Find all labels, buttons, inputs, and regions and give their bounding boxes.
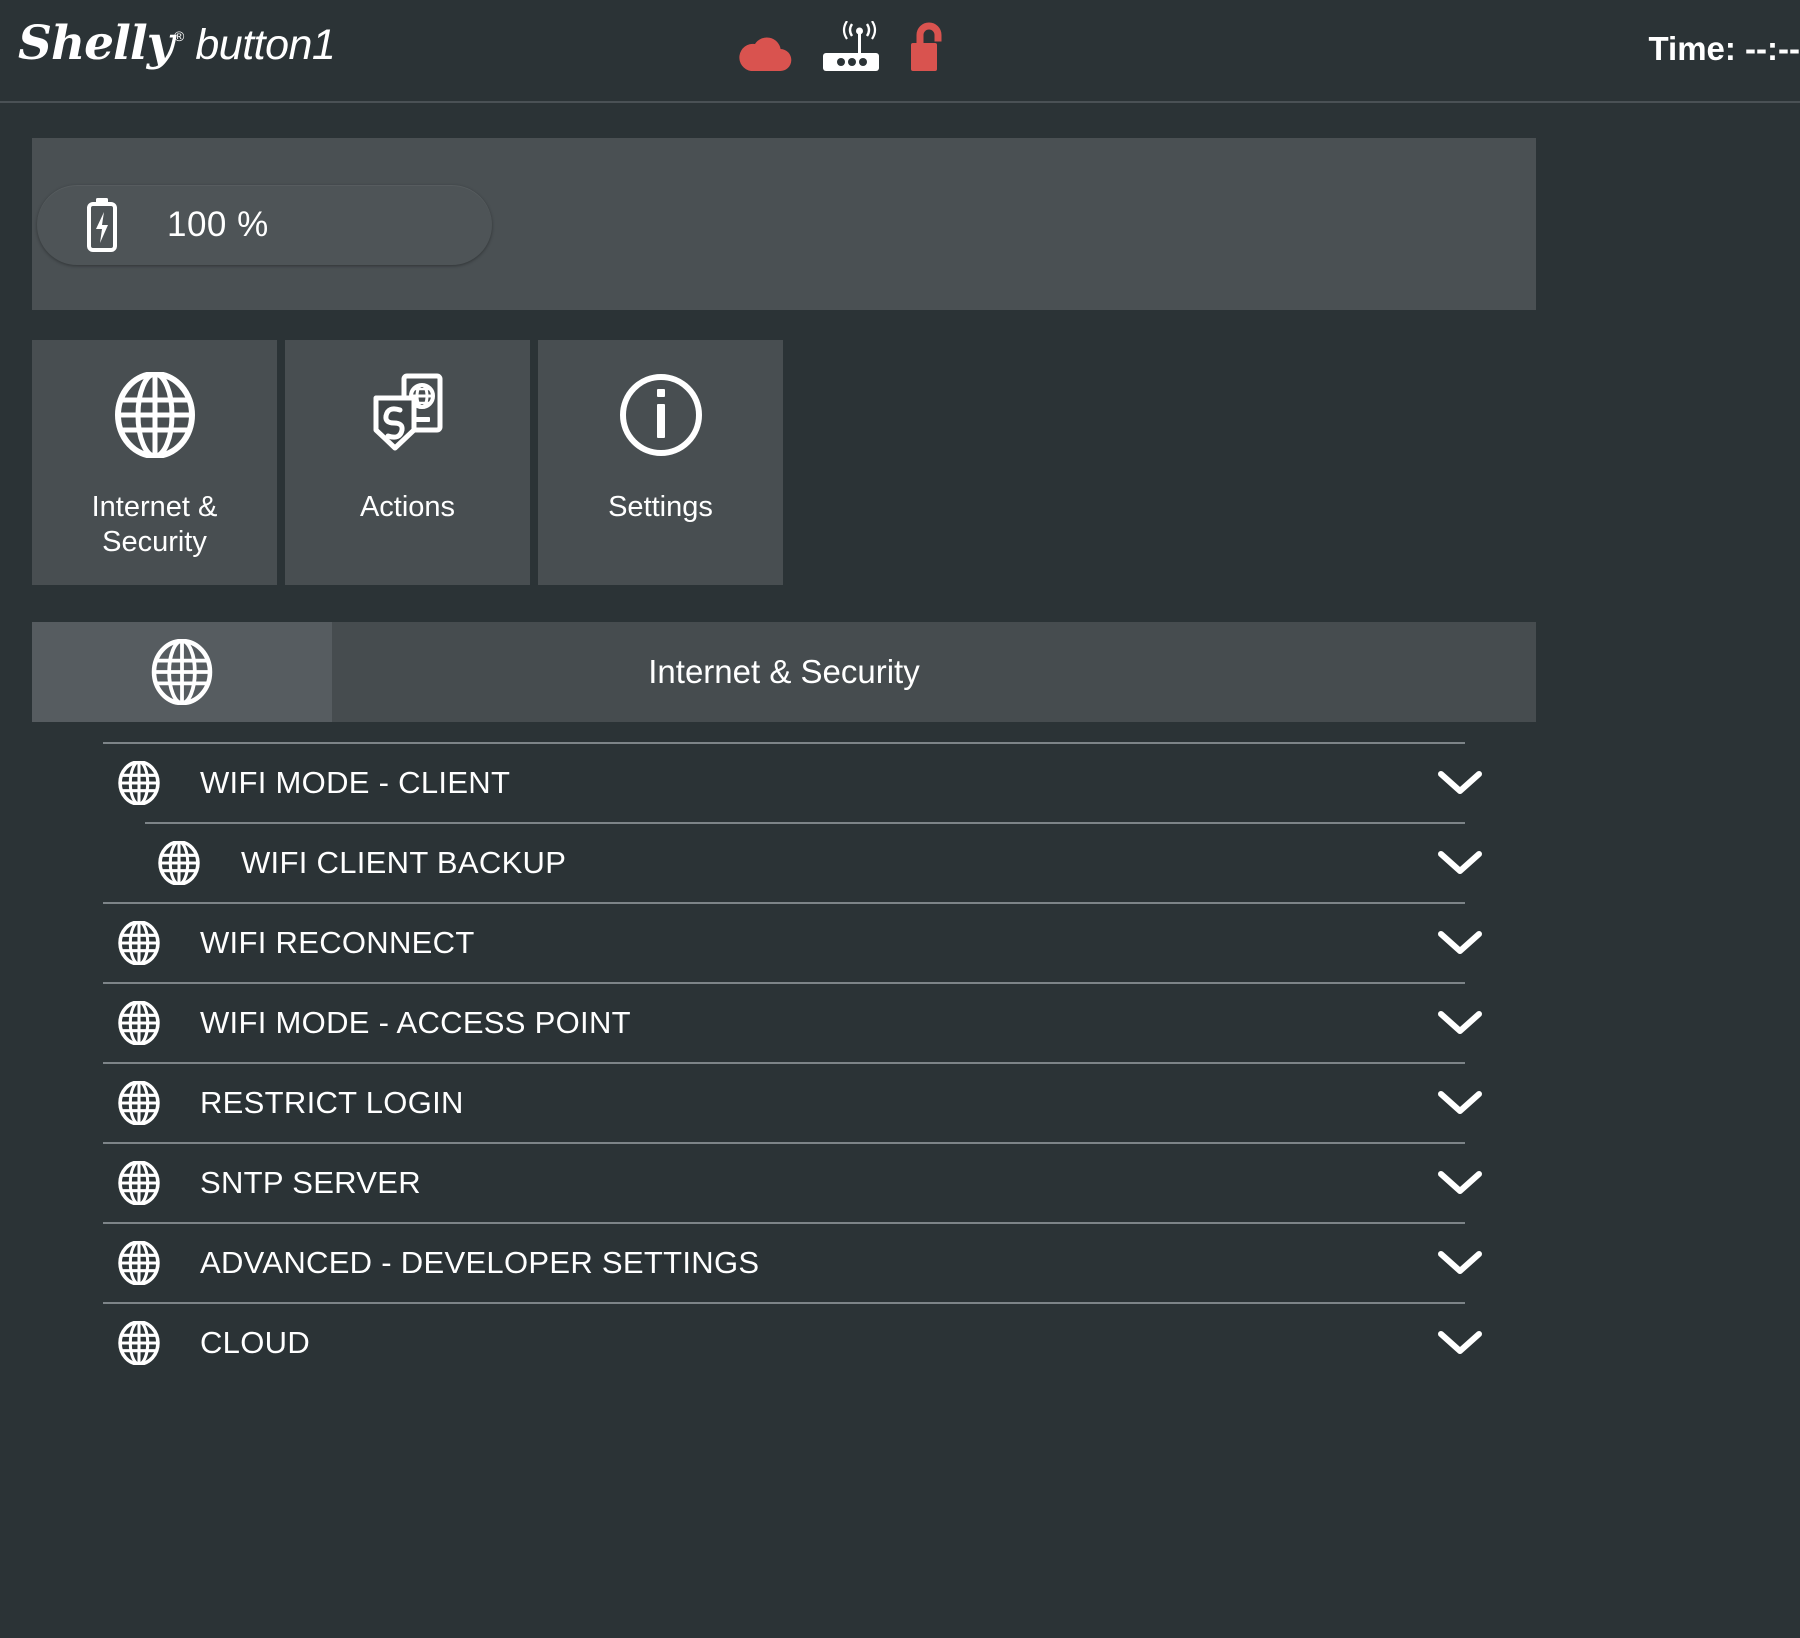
accordion-row-label: CLOUD — [200, 1325, 311, 1360]
accordion-row-label: ADVANCED - DEVELOPER SETTINGS — [200, 1245, 760, 1280]
chevron-down-icon[interactable] — [1437, 1089, 1483, 1117]
section-title: Internet & Security — [648, 653, 920, 690]
chevron-down-icon[interactable] — [1437, 849, 1483, 877]
actions-shield-phone-icon — [366, 340, 450, 490]
chevron-down-icon[interactable] — [1437, 929, 1483, 957]
info-circle-icon — [618, 340, 704, 490]
globe-icon — [103, 1161, 175, 1205]
nav-tile-label-line1: Internet & — [91, 491, 218, 523]
accordion-row-label: RESTRICT LOGIN — [200, 1085, 464, 1120]
chevron-down-icon[interactable] — [1437, 1009, 1483, 1037]
nav-tile-label: Internet & Security — [84, 490, 226, 560]
time-display: Time: --:-- — [1648, 30, 1800, 67]
cloud-icon[interactable] — [735, 31, 793, 78]
nav-tile-internet-security[interactable]: Internet & Security — [32, 340, 277, 585]
wifi-router-icon[interactable] — [821, 20, 881, 78]
accordion-row[interactable]: RESTRICT LOGIN — [103, 1062, 1482, 1142]
nav-tile-settings[interactable]: Settings — [538, 340, 783, 585]
device-model-name: button1 — [195, 21, 336, 69]
settings-accordion-list: WIFI MODE - CLIENT WIFI CLIENT BACKUP WI… — [0, 742, 1800, 1382]
globe-icon — [103, 1001, 175, 1045]
brand-name: Shelly — [18, 16, 174, 71]
accordion-row[interactable]: WIFI CLIENT BACKUP — [145, 822, 1482, 902]
accordion-row-label: WIFI RECONNECT — [200, 925, 475, 960]
section-header: Internet & Security — [32, 622, 1536, 722]
chevron-down-icon[interactable] — [1437, 1329, 1483, 1357]
header-status-icons — [735, 20, 949, 78]
nav-tiles: Internet & Security Actions Settings — [32, 340, 783, 585]
nav-tile-label: Actions — [352, 490, 463, 525]
accordion-row[interactable]: SNTP SERVER — [103, 1142, 1482, 1222]
unlocked-padlock-icon[interactable] — [909, 21, 949, 78]
globe-icon — [103, 761, 175, 805]
battery-charging-icon — [37, 198, 167, 252]
chevron-down-icon[interactable] — [1437, 769, 1483, 797]
globe-icon — [103, 1321, 175, 1365]
accordion-row-label: SNTP SERVER — [200, 1165, 421, 1200]
app-header: Shelly ® button1 Time: --:-- — [0, 0, 1800, 103]
chevron-down-icon[interactable] — [1437, 1249, 1483, 1277]
nav-tile-label: Settings — [600, 490, 721, 525]
globe-icon — [145, 841, 213, 885]
globe-icon — [103, 1081, 175, 1125]
globe-icon — [114, 340, 196, 490]
nav-tile-label-line2: Security — [102, 526, 207, 558]
shelly-logo: Shelly ® button1 — [18, 16, 336, 71]
accordion-row-label: WIFI MODE - ACCESS POINT — [200, 1005, 631, 1040]
accordion-row[interactable]: WIFI MODE - ACCESS POINT — [103, 982, 1482, 1062]
chevron-down-icon[interactable] — [1437, 1169, 1483, 1197]
accordion-row[interactable]: WIFI MODE - CLIENT — [103, 742, 1482, 822]
nav-tile-actions[interactable]: Actions — [285, 340, 530, 585]
accordion-row-label: WIFI CLIENT BACKUP — [241, 845, 567, 880]
battery-status-pill[interactable]: 100 % — [37, 185, 492, 265]
battery-percent-value: 100 % — [167, 205, 269, 244]
device-web-ui: Shelly ® button1 Time: --:-- 100 % Inter… — [0, 0, 1800, 1638]
accordion-row[interactable]: CLOUD — [103, 1302, 1482, 1382]
globe-icon — [103, 921, 175, 965]
battery-panel: 100 % — [32, 138, 1536, 310]
registered-mark-icon: ® — [174, 28, 185, 44]
nav-tile-label-line1: Settings — [608, 491, 713, 523]
accordion-row[interactable]: ADVANCED - DEVELOPER SETTINGS — [103, 1222, 1482, 1302]
accordion-row-label: WIFI MODE - CLIENT — [200, 765, 511, 800]
accordion-row[interactable]: WIFI RECONNECT — [103, 902, 1482, 982]
nav-tile-label-line1: Actions — [359, 491, 456, 523]
globe-icon[interactable] — [32, 622, 332, 722]
globe-icon — [103, 1241, 175, 1285]
